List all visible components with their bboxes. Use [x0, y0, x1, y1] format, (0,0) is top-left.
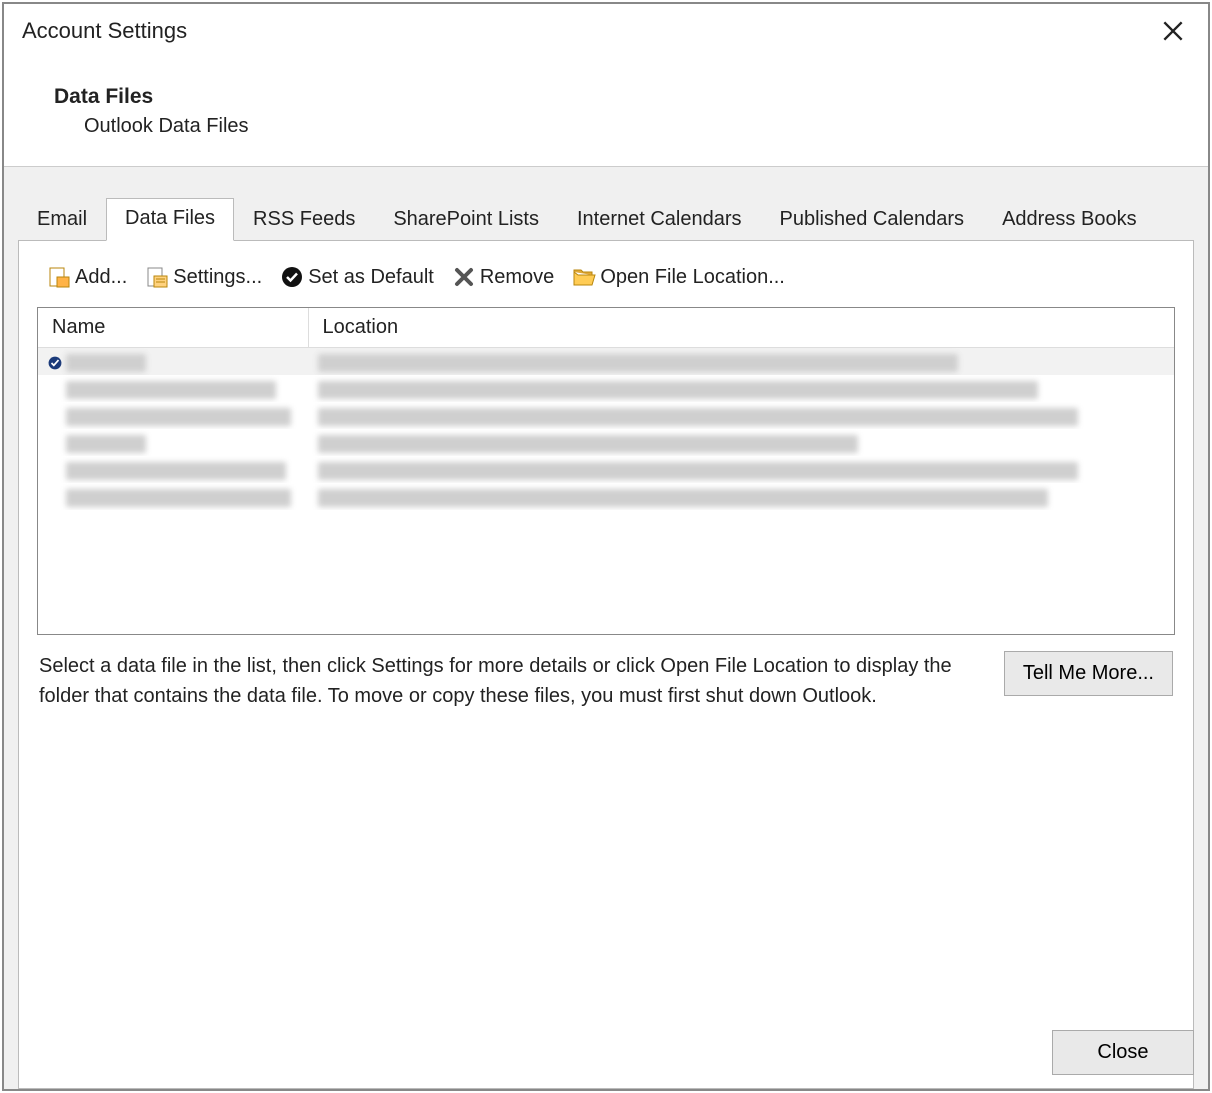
redacted-location	[318, 435, 858, 453]
cell-name	[38, 402, 308, 429]
tab-published-calendars[interactable]: Published Calendars	[761, 199, 984, 241]
tab-data-files[interactable]: Data Files	[106, 198, 234, 241]
open-file-location-label: Open File Location...	[600, 266, 785, 289]
add-button[interactable]: Add...	[41, 263, 133, 291]
data-files-table: Name Location	[37, 307, 1175, 635]
tell-me-more-button[interactable]: Tell Me More...	[1004, 651, 1173, 696]
remove-x-icon	[452, 265, 476, 289]
redacted-location	[318, 381, 1038, 399]
cell-name	[38, 348, 308, 376]
header-panel: Data Files Outlook Data Files	[4, 47, 1208, 167]
close-row: Close	[1052, 1030, 1194, 1075]
redacted-name	[66, 462, 286, 480]
folder-open-icon	[572, 265, 596, 289]
redacted-name	[66, 381, 276, 399]
table-row[interactable]	[38, 456, 1174, 483]
cell-name	[38, 456, 308, 483]
settings-label: Settings...	[173, 266, 262, 289]
dialog-body: Email Data Files RSS Feeds SharePoint Li…	[4, 167, 1208, 1089]
open-file-location-button[interactable]: Open File Location...	[566, 263, 791, 291]
header-subtitle: Outlook Data Files	[54, 115, 1208, 138]
close-button[interactable]: Close	[1052, 1030, 1194, 1075]
cell-name	[38, 483, 308, 510]
redacted-location	[318, 354, 958, 372]
redacted-name	[66, 354, 146, 372]
title-bar: Account Settings	[4, 4, 1208, 47]
default-check-icon	[48, 356, 62, 370]
table-row[interactable]	[38, 483, 1174, 510]
redacted-location	[318, 408, 1078, 426]
set-default-button[interactable]: Set as Default	[274, 263, 440, 291]
tab-rss-feeds[interactable]: RSS Feeds	[234, 199, 374, 241]
cell-location	[308, 429, 1174, 456]
tab-sharepoint-lists[interactable]: SharePoint Lists	[374, 199, 558, 241]
table-header-row: Name Location	[38, 308, 1174, 348]
tab-internet-calendars[interactable]: Internet Calendars	[558, 199, 761, 241]
remove-label: Remove	[480, 266, 554, 289]
redacted-location	[318, 489, 1048, 507]
cell-location	[308, 402, 1174, 429]
info-text: Select a data file in the list, then cli…	[39, 651, 980, 711]
dialog-title: Account Settings	[22, 18, 187, 44]
account-settings-dialog: Account Settings Data Files Outlook Data…	[2, 2, 1210, 1091]
set-default-label: Set as Default	[308, 266, 434, 289]
col-header-location[interactable]: Location	[308, 308, 1174, 348]
check-circle-icon	[280, 265, 304, 289]
table-row[interactable]	[38, 348, 1174, 376]
redacted-name	[66, 408, 291, 426]
cell-name	[38, 429, 308, 456]
tab-email[interactable]: Email	[18, 199, 106, 241]
toolbar: Add... Settings...	[37, 259, 1175, 307]
cell-location	[308, 375, 1174, 402]
add-file-icon	[47, 265, 71, 289]
table-row[interactable]	[38, 375, 1174, 402]
cell-name	[38, 375, 308, 402]
cell-location	[308, 456, 1174, 483]
table-row[interactable]	[38, 402, 1174, 429]
remove-button[interactable]: Remove	[446, 263, 560, 291]
cell-location	[308, 483, 1174, 510]
cell-location	[308, 348, 1174, 376]
close-icon[interactable]	[1160, 18, 1186, 47]
settings-file-icon	[145, 265, 169, 289]
redacted-name	[66, 489, 291, 507]
tab-content: Add... Settings...	[18, 240, 1194, 1089]
info-row: Select a data file in the list, then cli…	[37, 635, 1175, 711]
redacted-name	[66, 435, 146, 453]
add-label: Add...	[75, 266, 127, 289]
col-header-name[interactable]: Name	[38, 308, 308, 348]
settings-button[interactable]: Settings...	[139, 263, 268, 291]
header-title: Data Files	[54, 85, 1208, 109]
table-row[interactable]	[38, 429, 1174, 456]
tab-address-books[interactable]: Address Books	[983, 199, 1156, 241]
tabs-row: Email Data Files RSS Feeds SharePoint Li…	[18, 197, 1194, 240]
redacted-location	[318, 462, 1078, 480]
